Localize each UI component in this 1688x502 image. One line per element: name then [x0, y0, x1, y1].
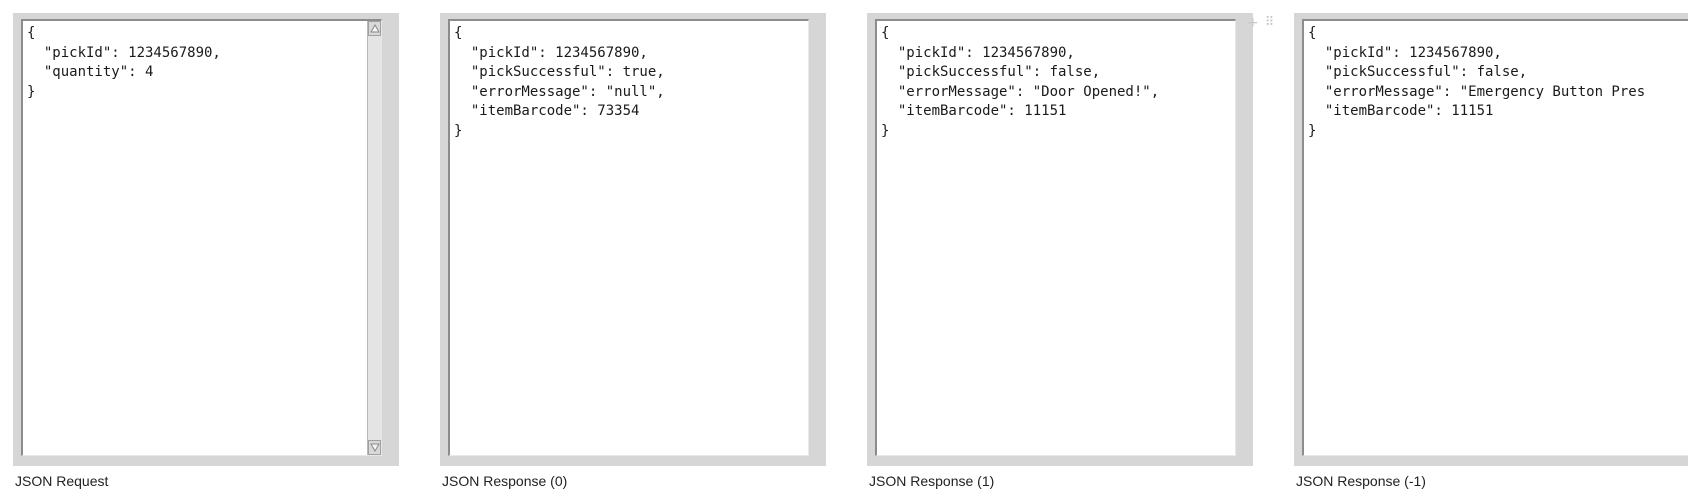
json-request-editor[interactable]: { "pickId": 1234567890, "quantity": 4 } — [21, 19, 382, 456]
json-response-0-code[interactable]: { "pickId": 1234567890, "pickSuccessful"… — [450, 21, 808, 144]
json-response-0-panel: { "pickId": 1234567890, "pickSuccessful"… — [440, 13, 826, 466]
json-response-neg1-caption: JSON Response (-1) — [1296, 473, 1426, 489]
scroll-down-button[interactable] — [368, 440, 381, 455]
vertical-scrollbar[interactable] — [367, 21, 381, 455]
json-response-1-code[interactable]: { "pickId": 1234567890, "pickSuccessful"… — [877, 21, 1235, 144]
triangle-down-icon — [370, 443, 380, 452]
triangle-up-icon — [370, 24, 380, 33]
json-response-1-panel: { "pickId": 1234567890, "pickSuccessful"… — [867, 13, 1253, 466]
json-response-1-editor[interactable]: { "pickId": 1234567890, "pickSuccessful"… — [875, 19, 1236, 456]
json-response-0-caption: JSON Response (0) — [442, 473, 568, 489]
drag-handle-icon[interactable]: ⠿ — [1265, 16, 1274, 30]
json-response-neg1-panel: { "pickId": 1234567890, "pickSuccessful"… — [1294, 13, 1688, 466]
json-response-neg1-editor[interactable]: { "pickId": 1234567890, "pickSuccessful"… — [1302, 19, 1688, 456]
plus-icon[interactable]: + — [1247, 16, 1259, 30]
json-response-0-editor[interactable]: { "pickId": 1234567890, "pickSuccessful"… — [448, 19, 809, 456]
json-request-caption: JSON Request — [15, 473, 109, 489]
json-request-code[interactable]: { "pickId": 1234567890, "quantity": 4 } — [23, 21, 361, 105]
json-request-panel: { "pickId": 1234567890, "quantity": 4 } — [13, 13, 399, 466]
panel-toolbar-handle: + ⠿ — [1247, 16, 1274, 31]
scroll-up-button[interactable] — [368, 21, 381, 36]
json-response-1-caption: JSON Response (1) — [869, 473, 995, 489]
json-response-neg1-code[interactable]: { "pickId": 1234567890, "pickSuccessful"… — [1304, 21, 1688, 144]
